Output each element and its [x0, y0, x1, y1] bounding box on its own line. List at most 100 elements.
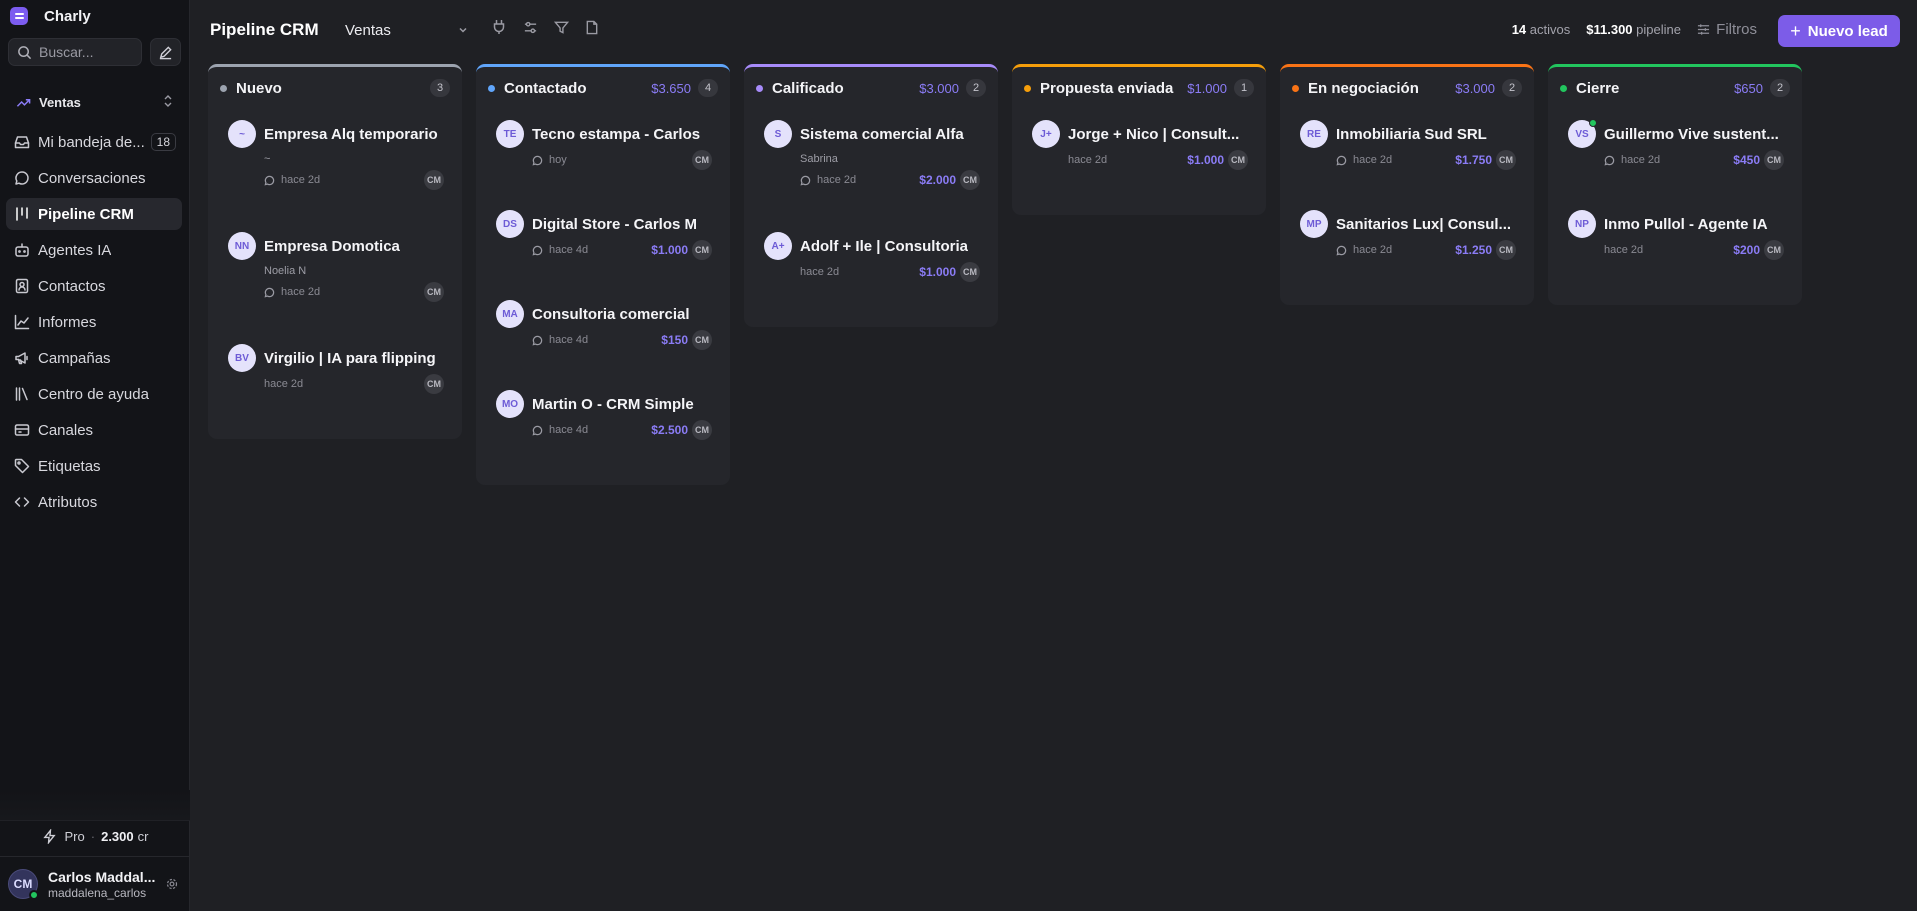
lead-card[interactable]: MP Sanitarios Lux| Consul... hace 2d $1.250… — [1280, 209, 1534, 299]
avatar-initials: A+ — [771, 240, 785, 252]
sidebar-item-label: Informes — [38, 313, 97, 331]
gear-icon[interactable] — [166, 878, 178, 890]
lead-card[interactable]: NP Inmo Pullol - Agente IA hace 2d $200 CM — [1548, 209, 1802, 299]
lead-card[interactable]: MA Consultoria comercial hace 4d $150 CM — [476, 299, 730, 389]
brand-name: Charly — [44, 7, 91, 25]
avatar: DS — [496, 210, 524, 238]
lead-subtitle: Noelia N — [264, 265, 307, 277]
owner-avatar: CM — [1228, 150, 1248, 170]
sidebar-item-chart[interactable]: Informes — [6, 306, 182, 338]
user-profile[interactable]: CM Carlos Maddal... maddalena_carlos — [0, 856, 190, 911]
sidebar-fade — [0, 790, 190, 820]
sidebar-item-pipeline[interactable]: Pipeline CRM — [6, 198, 182, 230]
avatar-initials: BV — [235, 352, 249, 364]
sidebar-item-megaphone[interactable]: Campañas — [6, 342, 182, 374]
lead-meta: hace 2d CM — [264, 169, 444, 191]
sidebar-item-library[interactable]: Centro de ayuda — [6, 378, 182, 410]
avatar-initials: DS — [503, 218, 517, 230]
user-name: Carlos Maddal... — [48, 868, 156, 885]
avatar: S — [764, 120, 792, 148]
lead-card[interactable]: NN Empresa Domotica Noelia N hace 2d CM — [208, 231, 462, 343]
owner-avatar: CM — [692, 150, 712, 170]
lead-card[interactable]: VS Guillermo Vive sustent... hace 2d $450 CM — [1548, 119, 1802, 209]
stage-color-dot — [1292, 84, 1299, 92]
column-header[interactable]: Calificado $3.000 2 — [744, 67, 998, 109]
brand[interactable]: Charly — [10, 6, 91, 26]
sidebar-item-label: Canales — [38, 421, 94, 439]
card-header: A+ Adolf + Ile | Consultoria — [764, 231, 980, 261]
column-count-badge: 3 — [430, 79, 450, 97]
workspace-switcher[interactable]: Ventas — [8, 91, 182, 113]
lead-card[interactable]: DS Digital Store - Carlos M hace 4d $1.000 C… — [476, 209, 730, 299]
active-stat: 14 activos — [1511, 22, 1571, 37]
search-input[interactable] — [39, 44, 139, 60]
stage-color-dot — [1560, 84, 1567, 92]
chevron-updown-icon — [164, 95, 172, 107]
sidebar-item-tag[interactable]: Etiquetas — [6, 450, 182, 482]
owner-avatar: CM — [1496, 150, 1516, 170]
lead-time: hace 2d — [264, 378, 304, 390]
new-lead-button[interactable]: + Nuevo lead — [1778, 15, 1900, 47]
column-header[interactable]: Contactado $3.650 4 — [476, 67, 730, 109]
lead-card[interactable]: RE Inmobiliaria Sud SRL hace 2d $1.750 CM — [1280, 119, 1534, 209]
chat-icon — [532, 335, 543, 346]
trending-up-icon — [16, 98, 31, 107]
column-header[interactable]: En negociación $3.000 2 — [1280, 67, 1534, 109]
pipeline-select-value: Ventas — [345, 21, 391, 39]
sliders-button[interactable] — [522, 18, 538, 36]
column-header[interactable]: Propuesta enviada $1.000 1 — [1012, 67, 1266, 109]
lead-card[interactable]: BV Virgilio | IA para flipping hace 2d CM — [208, 343, 462, 433]
sidebar-item-label: Campañas — [38, 349, 111, 367]
contacts-icon — [14, 278, 30, 294]
search-box[interactable] — [8, 38, 142, 66]
sidebar-item-channels[interactable]: Canales — [6, 414, 182, 446]
lead-time: hace 2d — [817, 174, 857, 186]
lead-card[interactable]: ~ Empresa Alq temporario ~ hace 2d CM — [208, 119, 462, 231]
card-list: S Sistema comercial Alfa Sabrina hace 2d $2.… — [744, 109, 998, 321]
lead-card[interactable]: S Sistema comercial Alfa Sabrina hace 2d $2.… — [744, 119, 998, 231]
lead-title: Digital Store - Carlos M — [532, 215, 698, 233]
toolbar-icons — [491, 18, 600, 36]
avatar: BV — [228, 344, 256, 372]
card-list: TE Tecno estampa - Carlos hoy CM DS Digital S… — [476, 109, 730, 479]
note-button[interactable] — [584, 18, 600, 36]
chat-icon — [14, 170, 30, 186]
plan-credits[interactable]: Pro · 2.300 cr — [0, 820, 190, 852]
filters-button[interactable]: Filtros — [1697, 21, 1757, 38]
column-summary: $3.650 4 — [651, 79, 718, 97]
chat-icon — [1604, 155, 1615, 166]
filter-button[interactable] — [553, 18, 569, 36]
avatar-initials: ~ — [239, 128, 245, 140]
lead-card[interactable]: J+ Jorge + Nico | Consult... hace 2d $1.000… — [1012, 119, 1266, 209]
column-header[interactable]: Nuevo 3 — [208, 67, 462, 109]
pipeline-select[interactable]: Ventas — [345, 18, 469, 42]
avatar: TE — [496, 120, 524, 148]
card-list: J+ Jorge + Nico | Consult... hace 2d $1.000… — [1012, 109, 1266, 209]
lead-title: Adolf + Ile | Consultoria — [800, 237, 968, 255]
lead-card[interactable]: A+ Adolf + Ile | Consultoria hace 2d $1.000… — [744, 231, 998, 321]
lead-meta: hace 2d CM — [264, 281, 444, 303]
filters-label: Filtros — [1716, 21, 1757, 38]
sidebar-item-contacts[interactable]: Contactos — [6, 270, 182, 302]
card-list: RE Inmobiliaria Sud SRL hace 2d $1.750 CM MP S… — [1280, 109, 1534, 299]
compose-button[interactable] — [150, 38, 181, 66]
column-summary: $3.000 2 — [1455, 79, 1522, 97]
sidebar-item-chat[interactable]: Conversaciones — [6, 162, 182, 194]
plug-button[interactable] — [491, 18, 507, 36]
online-status-dot — [1589, 119, 1597, 127]
lead-time: hace 4d — [549, 334, 589, 346]
lead-card[interactable]: TE Tecno estampa - Carlos hoy CM — [476, 119, 730, 209]
column-header[interactable]: Cierre $650 2 — [1548, 67, 1802, 109]
avatar-initials: S — [774, 128, 782, 140]
lead-amount: $450 — [1733, 153, 1760, 167]
sidebar-item-code[interactable]: Atributos — [6, 486, 182, 518]
lead-title: Jorge + Nico | Consult... — [1068, 125, 1240, 143]
column-amount: $3.000 — [919, 80, 959, 96]
page-title: Pipeline CRM — [210, 20, 319, 39]
sidebar-item-label: Pipeline CRM — [38, 205, 134, 223]
sidebar-item-bot[interactable]: Agentes IA — [6, 234, 182, 266]
avatar: VS — [1568, 119, 1597, 148]
lead-amount: $2.000 — [919, 173, 956, 187]
sidebar-item-inbox[interactable]: Mi bandeja de... 18 — [6, 126, 182, 158]
lead-card[interactable]: MO Martin O - CRM Simple hace 4d $2.500 CM — [476, 389, 730, 479]
